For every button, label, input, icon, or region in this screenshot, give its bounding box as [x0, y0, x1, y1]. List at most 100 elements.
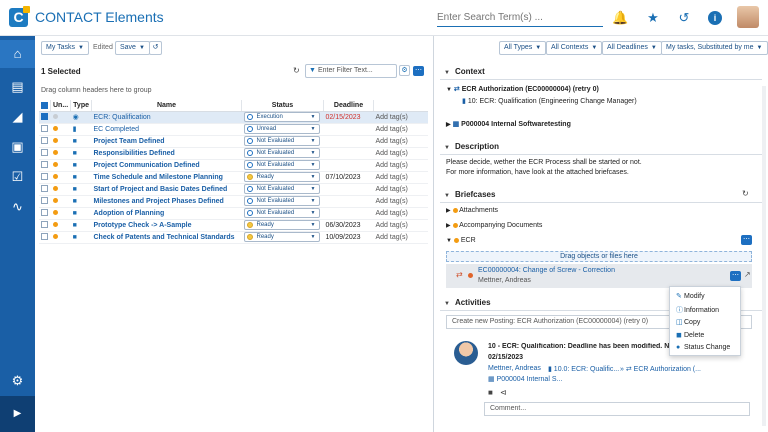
status-dropdown[interactable]: Not Evaluated ▼	[243, 136, 320, 146]
context-section-header[interactable]: ▼ Context	[444, 67, 485, 76]
row-checkbox[interactable]	[41, 149, 48, 157]
status-dropdown[interactable]: Not Evaluated ▼	[243, 148, 320, 158]
table-row[interactable]: ■ Start of Project and Basic Dates Define…	[39, 183, 428, 196]
task-name-link[interactable]: Project Communication Defined	[94, 162, 200, 169]
table-row[interactable]: ■ Project Team Defined Not Evaluated ▼ Add t…	[39, 135, 428, 148]
row-status-cell[interactable]: Unread ▼	[241, 123, 324, 136]
row-name-cell[interactable]: Prototype Check -> A-Sample	[91, 219, 242, 232]
row-checkbox[interactable]	[41, 113, 48, 121]
add-tag-link[interactable]: Add tag(s)	[376, 150, 408, 157]
add-tag-link[interactable]: Add tag(s)	[376, 126, 408, 133]
row-tags-cell[interactable]: Add tag(s)	[373, 207, 428, 220]
settings-gear-icon[interactable]: ⚙	[399, 65, 410, 76]
row-tags-cell[interactable]: Add tag(s)	[373, 231, 428, 244]
row-checkbox-cell[interactable]	[39, 183, 51, 196]
task-name-link[interactable]: Milestones and Project Phases Defined	[94, 198, 224, 205]
briefcase-ecr[interactable]: ▼ ECR	[446, 237, 476, 244]
briefcase-accompanying-documents[interactable]: ▶ Accompanying Documents	[446, 222, 542, 229]
expand-icon[interactable]: ▶	[0, 396, 35, 432]
settings-icon[interactable]: ⚙	[9, 372, 26, 389]
row-name-cell[interactable]: Project Team Defined	[91, 135, 242, 148]
row-checkbox-cell[interactable]	[39, 171, 51, 184]
table-row[interactable]: ■ Milestones and Project Phases Defined No…	[39, 195, 428, 208]
substitution-filter[interactable]: My tasks, Substituted by me ▼	[661, 41, 768, 55]
row-tags-cell[interactable]: Add tag(s)	[373, 219, 428, 232]
star-icon[interactable]: ★	[645, 10, 661, 26]
table-row[interactable]: ■ Time Schedule and Milestone Planning Rea…	[39, 171, 428, 184]
reset-icon[interactable]: ↺	[149, 41, 162, 55]
row-status-cell[interactable]: Ready ▼	[241, 231, 324, 244]
row-checkbox[interactable]	[41, 209, 48, 217]
task-name-link[interactable]: ECR: Qualification	[94, 114, 151, 121]
status-dropdown[interactable]: Not Evaluated ▼	[243, 208, 320, 218]
tasks-icon[interactable]: ☑	[9, 168, 26, 185]
task-name-link[interactable]: Prototype Check -> A-Sample	[94, 222, 192, 229]
row-checkbox-cell[interactable]	[39, 219, 51, 232]
row-name-cell[interactable]: Check of Patents and Technical Standards	[91, 231, 242, 244]
row-tags-cell[interactable]: Add tag(s)	[373, 195, 428, 208]
table-row[interactable]: ■ Check of Patents and Technical Standard…	[39, 231, 428, 244]
row-name-cell[interactable]: Start of Project and Basic Dates Defined	[91, 183, 242, 196]
my-tasks-dropdown[interactable]: My Tasks ▼	[41, 41, 89, 55]
context-project-item[interactable]: ▶ ▦ P000004 Internal Softwaretesting	[446, 120, 571, 128]
menu-item-information[interactable]: ⓘInformation	[676, 305, 719, 315]
add-tag-link[interactable]: Add tag(s)	[376, 198, 408, 205]
dashboard-icon[interactable]: ▣	[9, 138, 26, 155]
row-status-cell[interactable]: Not Evaluated ▼	[241, 207, 324, 220]
add-tag-link[interactable]: Add tag(s)	[376, 174, 408, 181]
add-tag-link[interactable]: Add tag(s)	[376, 138, 408, 145]
row-status-cell[interactable]: Not Evaluated ▼	[241, 183, 324, 196]
all-contexts-filter[interactable]: All Contexts ▼	[546, 41, 603, 55]
global-search-input[interactable]	[437, 9, 603, 27]
refresh-icon[interactable]: ↻	[293, 66, 300, 75]
briefcase-ecr-menu-button[interactable]: ⋯	[741, 235, 752, 245]
column-header-type[interactable]: Type	[70, 100, 92, 112]
row-checkbox[interactable]	[41, 137, 48, 145]
status-dropdown[interactable]: Ready ▼	[243, 172, 320, 182]
row-checkbox[interactable]	[41, 161, 48, 169]
row-status-cell[interactable]: Not Evaluated ▼	[241, 195, 324, 208]
row-checkbox[interactable]	[41, 185, 48, 193]
table-row[interactable]: ◉ ECR: Qualification Execution ▼ 02/15/2023 A…	[39, 111, 428, 124]
row-checkbox-cell[interactable]	[39, 123, 51, 136]
row-name-cell[interactable]: Milestones and Project Phases Defined	[91, 195, 242, 208]
activity-icon[interactable]: ∿	[9, 198, 26, 215]
row-status-cell[interactable]: Not Evaluated ▼	[241, 135, 324, 148]
add-tag-link[interactable]: Add tag(s)	[376, 222, 408, 229]
history-icon[interactable]: ↺	[676, 10, 692, 26]
task-name-link[interactable]: Adoption of Planning	[94, 210, 165, 217]
row-checkbox-cell[interactable]	[39, 231, 51, 244]
column-header-status[interactable]: Status	[241, 100, 324, 112]
more-options-button[interactable]: ⋯	[413, 66, 424, 76]
home-icon[interactable]: ⌂	[0, 40, 35, 68]
table-row[interactable]: ■ Adoption of Planning Not Evaluated ▼ Add t…	[39, 207, 428, 220]
task-name-link[interactable]: Check of Patents and Technical Standards	[94, 234, 235, 241]
briefcases-section-header[interactable]: ▼ Briefcases	[444, 190, 495, 199]
add-tag-link[interactable]: Add tag(s)	[376, 162, 408, 169]
context-task-item[interactable]: ▮ 10: ECR: Qualification (Engineering Ch…	[462, 97, 637, 105]
table-row[interactable]: ■ Responsibilities Defined Not Evaluated ▼ A…	[39, 147, 428, 160]
row-checkbox-cell[interactable]	[39, 159, 51, 172]
table-row[interactable]: ■ Project Communication Defined Not Evalua…	[39, 159, 428, 172]
table-row[interactable]: ▮ EC Completed Unread ▼ Add tag(s)	[39, 123, 428, 136]
row-tags-cell[interactable]: Add tag(s)	[373, 123, 428, 136]
activity-author-link[interactable]: Mettner, Andreas	[488, 365, 541, 372]
parts-icon[interactable]: ◢	[9, 108, 26, 125]
task-name-link[interactable]: Project Team Defined	[94, 138, 165, 145]
table-row[interactable]: ■ Prototype Check -> A-Sample Ready ▼ 06/30/…	[39, 219, 428, 232]
row-checkbox[interactable]	[41, 173, 48, 181]
ecr-document-menu-button[interactable]: ⋯	[730, 271, 741, 281]
select-all-header[interactable]	[39, 100, 51, 112]
row-status-cell[interactable]: Not Evaluated ▼	[241, 159, 324, 172]
drop-zone[interactable]: Drag objects or files here	[446, 251, 752, 262]
status-dropdown[interactable]: Not Evaluated ▼	[243, 196, 320, 206]
row-tags-cell[interactable]: Add tag(s)	[373, 135, 428, 148]
column-header-unread[interactable]: Un...	[50, 100, 72, 112]
row-checkbox[interactable]	[41, 125, 48, 133]
task-name-link[interactable]: Responsibilities Defined	[94, 150, 175, 157]
status-dropdown[interactable]: Unread ▼	[243, 124, 320, 134]
comment-icon[interactable]: ■	[488, 388, 493, 397]
context-ecr-item[interactable]: ▼ ⇄ ECR Authorization (EC00000004) (retr…	[446, 85, 599, 93]
status-dropdown[interactable]: Ready ▼	[243, 220, 320, 230]
task-name-link[interactable]: EC Completed	[94, 126, 140, 133]
